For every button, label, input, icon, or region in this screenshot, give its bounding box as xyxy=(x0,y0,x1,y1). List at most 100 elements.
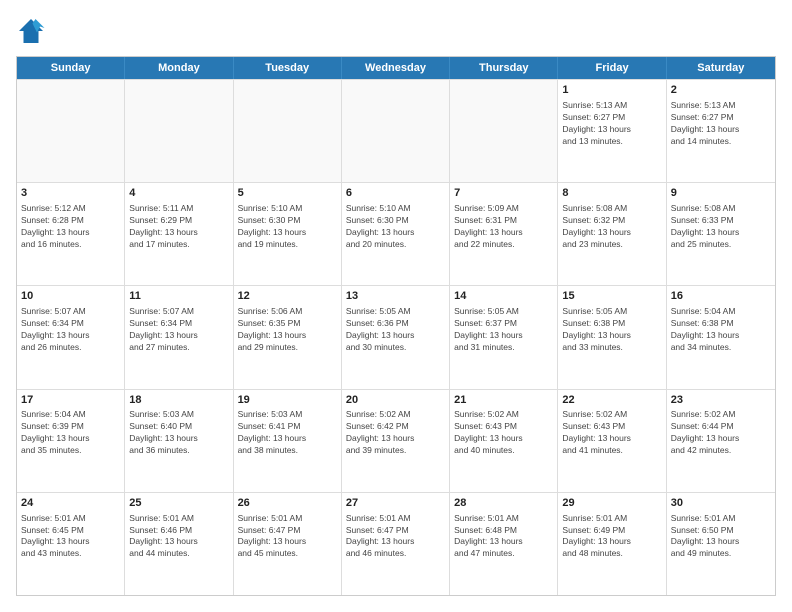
day-number: 18 xyxy=(129,393,228,408)
cal-cell-22: 22Sunrise: 5:02 AM Sunset: 6:43 PM Dayli… xyxy=(558,390,666,492)
weekday-header-sunday: Sunday xyxy=(17,57,125,79)
day-number: 7 xyxy=(454,186,553,201)
day-number: 29 xyxy=(562,496,661,511)
cell-info: Sunrise: 5:01 AM Sunset: 6:50 PM Dayligh… xyxy=(671,513,771,561)
cal-cell-1: 1Sunrise: 5:13 AM Sunset: 6:27 PM Daylig… xyxy=(558,80,666,182)
logo-icon xyxy=(16,16,46,46)
cal-cell-19: 19Sunrise: 5:03 AM Sunset: 6:41 PM Dayli… xyxy=(234,390,342,492)
cal-cell-2: 2 Sunrise: 5:13 AM Sunset: 6:27 PM Daylig… xyxy=(667,80,775,182)
cal-cell-empty-0-3 xyxy=(342,80,450,182)
cell-info: Sunrise: 5:10 AM Sunset: 6:30 PM Dayligh… xyxy=(238,203,337,251)
day-number: 28 xyxy=(454,496,553,511)
cell-info: Sunrise: 5:01 AM Sunset: 6:48 PM Dayligh… xyxy=(454,513,553,561)
cell-info: Sunrise: 5:08 AM Sunset: 6:33 PM Dayligh… xyxy=(671,203,771,251)
day-number: 20 xyxy=(346,393,445,408)
cal-cell-5: 5 Sunrise: 5:10 AM Sunset: 6:30 PM Daylig… xyxy=(234,183,342,285)
weekday-header-saturday: Saturday xyxy=(667,57,775,79)
cal-cell-11: 11Sunrise: 5:07 AM Sunset: 6:34 PM Dayli… xyxy=(125,286,233,388)
cal-row-2: 10 Sunrise: 5:07 AM Sunset: 6:34 PM Dayli… xyxy=(17,285,775,388)
day-number: 21 xyxy=(454,393,553,408)
cal-cell-28: 28 Sunrise: 5:01 AM Sunset: 6:48 PM Dayli… xyxy=(450,493,558,595)
cal-cell-21: 21Sunrise: 5:02 AM Sunset: 6:43 PM Dayli… xyxy=(450,390,558,492)
day-number: 12 xyxy=(238,289,337,304)
cell-info: Sunrise: 5:04 AM Sunset: 6:38 PM Dayligh… xyxy=(671,306,771,354)
cell-info: Sunrise: 5:03 AM Sunset: 6:41 PM Dayligh… xyxy=(238,409,337,457)
weekday-header-friday: Friday xyxy=(558,57,666,79)
cal-cell-20: 20Sunrise: 5:02 AM Sunset: 6:42 PM Dayli… xyxy=(342,390,450,492)
cal-cell-23: 23Sunrise: 5:02 AM Sunset: 6:44 PM Dayli… xyxy=(667,390,775,492)
weekday-header-thursday: Thursday xyxy=(450,57,558,79)
cal-cell-4: 4Sunrise: 5:11 AM Sunset: 6:29 PM Daylig… xyxy=(125,183,233,285)
cell-info: Sunrise: 5:08 AM Sunset: 6:32 PM Dayligh… xyxy=(562,203,661,251)
cal-cell-empty-0-2 xyxy=(234,80,342,182)
day-number: 6 xyxy=(346,186,445,201)
cal-row-1: 3 Sunrise: 5:12 AM Sunset: 6:28 PM Daylig… xyxy=(17,182,775,285)
calendar-header: SundayMondayTuesdayWednesdayThursdayFrid… xyxy=(17,57,775,79)
day-number: 30 xyxy=(671,496,771,511)
day-number: 9 xyxy=(671,186,771,201)
calendar-body: 1Sunrise: 5:13 AM Sunset: 6:27 PM Daylig… xyxy=(17,79,775,595)
calendar: SundayMondayTuesdayWednesdayThursdayFrid… xyxy=(16,56,776,596)
cell-info: Sunrise: 5:03 AM Sunset: 6:40 PM Dayligh… xyxy=(129,409,228,457)
page: SundayMondayTuesdayWednesdayThursdayFrid… xyxy=(0,0,792,612)
cell-info: Sunrise: 5:01 AM Sunset: 6:45 PM Dayligh… xyxy=(21,513,120,561)
logo xyxy=(16,16,50,46)
cal-cell-30: 30 Sunrise: 5:01 AM Sunset: 6:50 PM Dayli… xyxy=(667,493,775,595)
day-number: 23 xyxy=(671,393,771,408)
cell-info: Sunrise: 5:05 AM Sunset: 6:36 PM Dayligh… xyxy=(346,306,445,354)
day-number: 8 xyxy=(562,186,661,201)
day-number: 27 xyxy=(346,496,445,511)
day-number: 2 xyxy=(671,83,771,98)
cell-info: Sunrise: 5:13 AM Sunset: 6:27 PM Dayligh… xyxy=(562,100,661,148)
cal-cell-7: 7 Sunrise: 5:09 AM Sunset: 6:31 PM Daylig… xyxy=(450,183,558,285)
day-number: 3 xyxy=(21,186,120,201)
cal-row-0: 1Sunrise: 5:13 AM Sunset: 6:27 PM Daylig… xyxy=(17,79,775,182)
cell-info: Sunrise: 5:06 AM Sunset: 6:35 PM Dayligh… xyxy=(238,306,337,354)
day-number: 24 xyxy=(21,496,120,511)
cal-row-3: 17Sunrise: 5:04 AM Sunset: 6:39 PM Dayli… xyxy=(17,389,775,492)
cell-info: Sunrise: 5:02 AM Sunset: 6:43 PM Dayligh… xyxy=(454,409,553,457)
cal-cell-16: 16 Sunrise: 5:04 AM Sunset: 6:38 PM Dayli… xyxy=(667,286,775,388)
day-number: 15 xyxy=(562,289,661,304)
cell-info: Sunrise: 5:05 AM Sunset: 6:37 PM Dayligh… xyxy=(454,306,553,354)
cal-cell-9: 9 Sunrise: 5:08 AM Sunset: 6:33 PM Daylig… xyxy=(667,183,775,285)
day-number: 19 xyxy=(238,393,337,408)
weekday-header-wednesday: Wednesday xyxy=(342,57,450,79)
day-number: 16 xyxy=(671,289,771,304)
day-number: 5 xyxy=(238,186,337,201)
cal-cell-8: 8 Sunrise: 5:08 AM Sunset: 6:32 PM Daylig… xyxy=(558,183,666,285)
day-number: 25 xyxy=(129,496,228,511)
cell-info: Sunrise: 5:12 AM Sunset: 6:28 PM Dayligh… xyxy=(21,203,120,251)
cell-info: Sunrise: 5:04 AM Sunset: 6:39 PM Dayligh… xyxy=(21,409,120,457)
cell-info: Sunrise: 5:09 AM Sunset: 6:31 PM Dayligh… xyxy=(454,203,553,251)
cal-cell-13: 13 Sunrise: 5:05 AM Sunset: 6:36 PM Dayli… xyxy=(342,286,450,388)
day-number: 22 xyxy=(562,393,661,408)
day-number: 10 xyxy=(21,289,120,304)
cal-cell-empty-0-0 xyxy=(17,80,125,182)
cell-info: Sunrise: 5:02 AM Sunset: 6:44 PM Dayligh… xyxy=(671,409,771,457)
cell-info: Sunrise: 5:01 AM Sunset: 6:49 PM Dayligh… xyxy=(562,513,661,561)
cal-cell-empty-0-4 xyxy=(450,80,558,182)
weekday-header-tuesday: Tuesday xyxy=(234,57,342,79)
cell-info: Sunrise: 5:07 AM Sunset: 6:34 PM Dayligh… xyxy=(129,306,228,354)
cal-cell-27: 27Sunrise: 5:01 AM Sunset: 6:47 PM Dayli… xyxy=(342,493,450,595)
cell-info: Sunrise: 5:01 AM Sunset: 6:46 PM Dayligh… xyxy=(129,513,228,561)
day-number: 14 xyxy=(454,289,553,304)
cell-info: Sunrise: 5:10 AM Sunset: 6:30 PM Dayligh… xyxy=(346,203,445,251)
cell-info: Sunrise: 5:02 AM Sunset: 6:43 PM Dayligh… xyxy=(562,409,661,457)
day-number: 26 xyxy=(238,496,337,511)
cell-info: Sunrise: 5:05 AM Sunset: 6:38 PM Dayligh… xyxy=(562,306,661,354)
cell-info: Sunrise: 5:13 AM Sunset: 6:27 PM Dayligh… xyxy=(671,100,771,148)
cal-cell-10: 10 Sunrise: 5:07 AM Sunset: 6:34 PM Dayli… xyxy=(17,286,125,388)
cal-cell-18: 18Sunrise: 5:03 AM Sunset: 6:40 PM Dayli… xyxy=(125,390,233,492)
cal-cell-26: 26Sunrise: 5:01 AM Sunset: 6:47 PM Dayli… xyxy=(234,493,342,595)
cal-cell-3: 3 Sunrise: 5:12 AM Sunset: 6:28 PM Daylig… xyxy=(17,183,125,285)
cell-info: Sunrise: 5:07 AM Sunset: 6:34 PM Dayligh… xyxy=(21,306,120,354)
cal-cell-24: 24 Sunrise: 5:01 AM Sunset: 6:45 PM Dayli… xyxy=(17,493,125,595)
header xyxy=(16,16,776,46)
day-number: 17 xyxy=(21,393,120,408)
cal-cell-6: 6 Sunrise: 5:10 AM Sunset: 6:30 PM Daylig… xyxy=(342,183,450,285)
cal-cell-15: 15 Sunrise: 5:05 AM Sunset: 6:38 PM Dayli… xyxy=(558,286,666,388)
day-number: 13 xyxy=(346,289,445,304)
cal-row-4: 24 Sunrise: 5:01 AM Sunset: 6:45 PM Dayli… xyxy=(17,492,775,595)
